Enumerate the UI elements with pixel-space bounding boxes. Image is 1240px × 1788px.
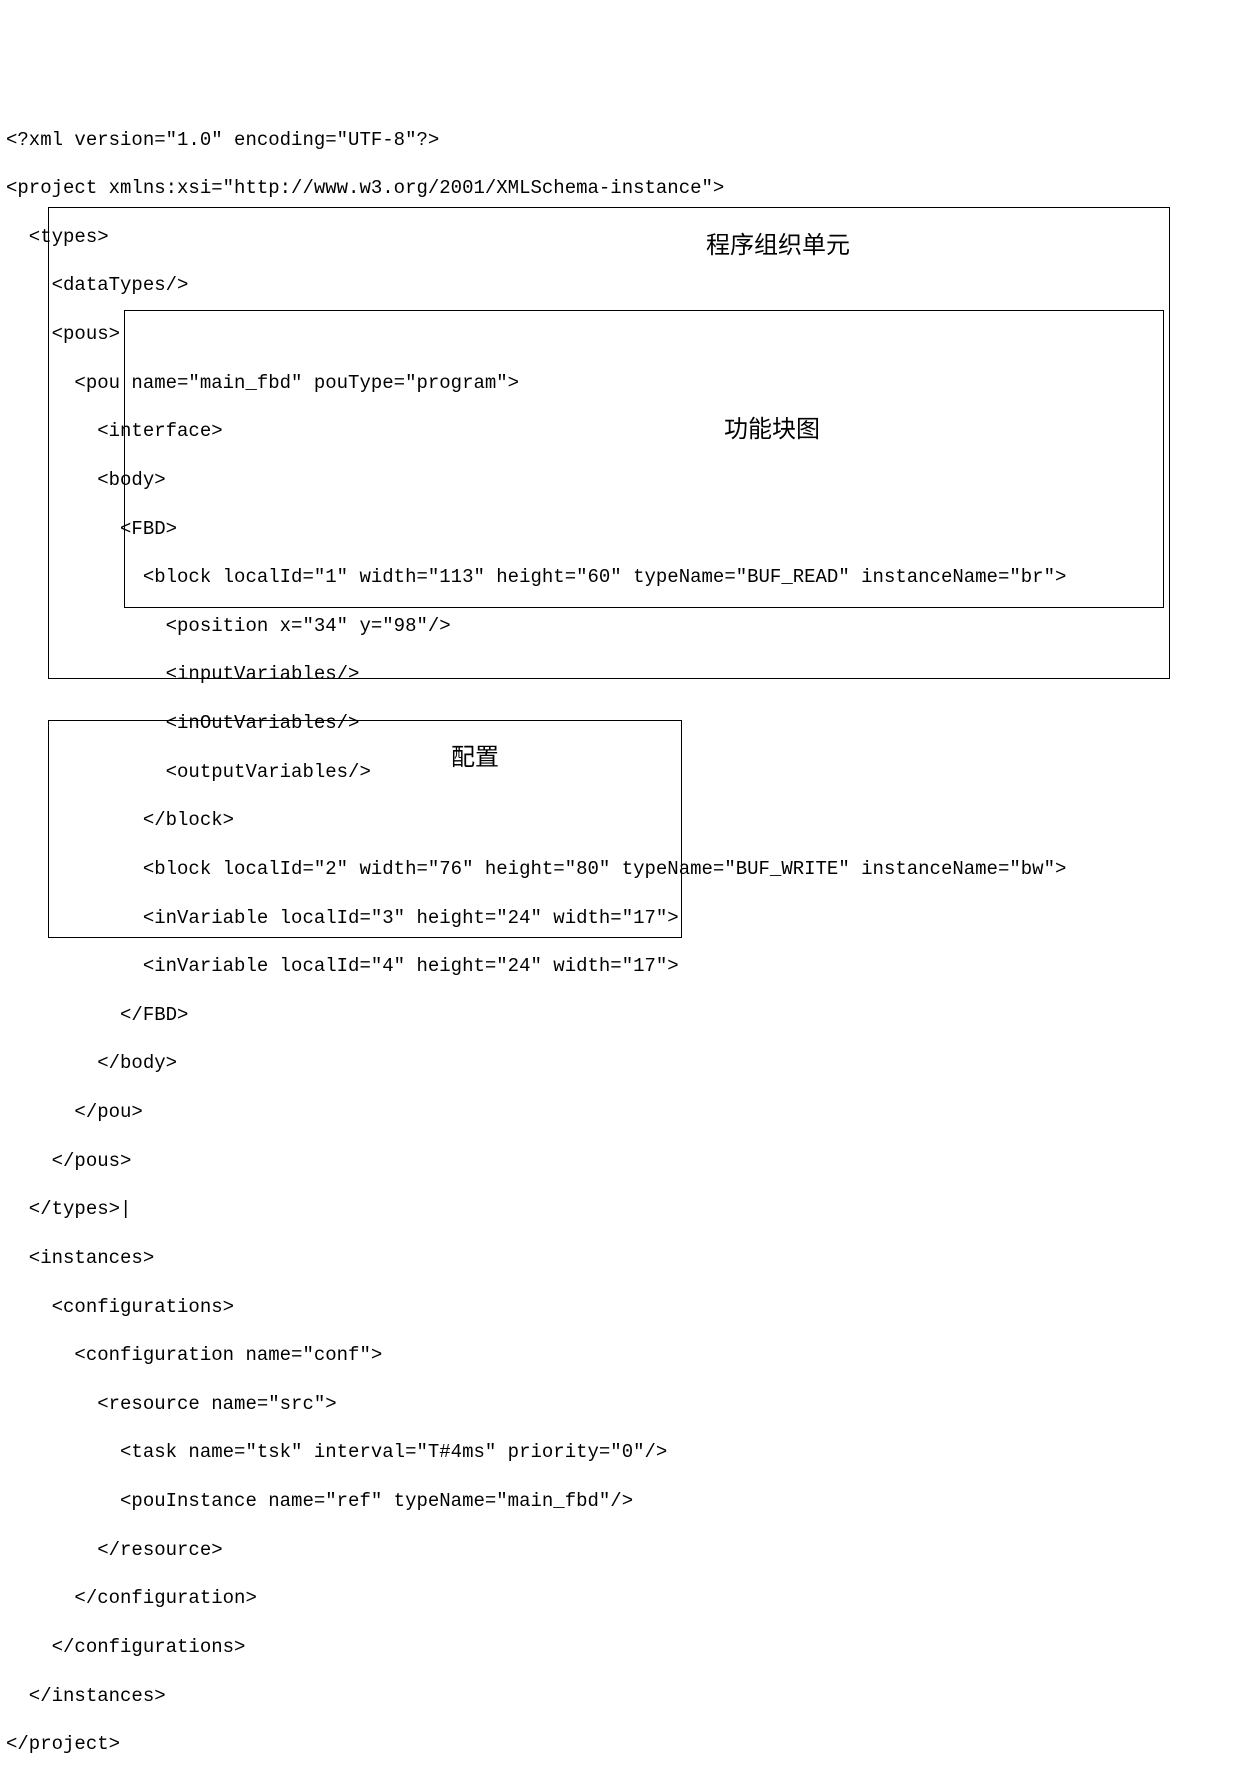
line-configs-close: </configurations> (6, 1636, 245, 1658)
annotation-config: 配置 (451, 743, 499, 774)
line-body-close: </body> (6, 1052, 177, 1074)
line-instances-open: <instances> (6, 1247, 154, 1269)
line-resource-close: </resource> (6, 1539, 223, 1561)
line-project-close: </project> (6, 1733, 120, 1755)
annotation-fbd: 功能块图 (724, 415, 820, 446)
line-pouinst: <pouInstance name="ref" typeName="main_f… (6, 1490, 633, 1512)
line-xml-decl: <?xml version="1.0" encoding="UTF-8"?> (6, 129, 439, 151)
line-config-open: <configuration name="conf"> (6, 1344, 382, 1366)
config-box (48, 720, 682, 938)
line-task: <task name="tsk" interval="T#4ms" priori… (6, 1441, 667, 1463)
line-configs-open: <configurations> (6, 1296, 234, 1318)
line-instances-close: </instances> (6, 1685, 166, 1707)
annotation-pou: 程序组织单元 (706, 231, 850, 262)
line-pou-close: </pou> (6, 1101, 143, 1123)
line-fbd-close: </FBD> (6, 1004, 188, 1026)
line-invar4: <inVariable localId="4" height="24" widt… (6, 955, 679, 977)
line-config-close: </configuration> (6, 1587, 257, 1609)
line-resource-open: <resource name="src"> (6, 1393, 337, 1415)
line-types-close: </types>| (6, 1198, 131, 1220)
fbd-box (124, 310, 1164, 608)
xml-code-block: <?xml version="1.0" encoding="UTF-8"?> <… (6, 103, 1234, 1788)
line-pous-close: </pous> (6, 1150, 131, 1172)
line-project-open: <project xmlns:xsi="http://www.w3.org/20… (6, 177, 724, 199)
